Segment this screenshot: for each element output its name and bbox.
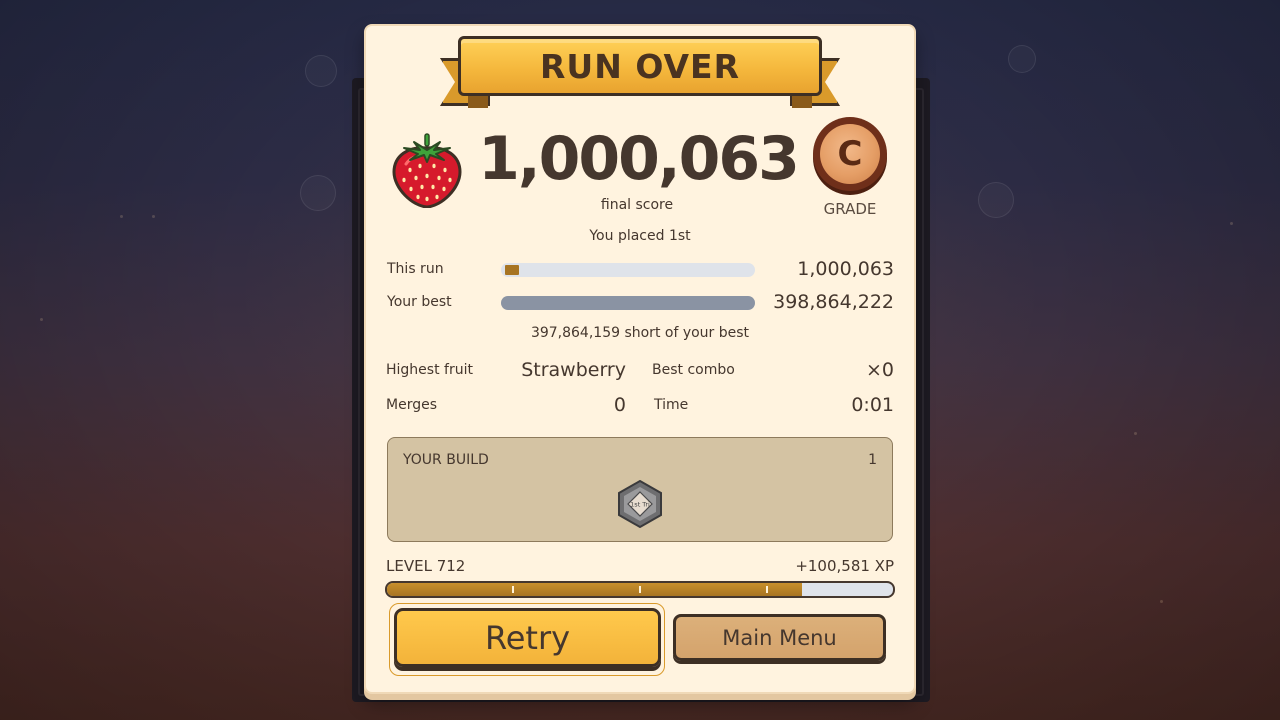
sparkle — [1230, 222, 1233, 225]
bokeh-light — [305, 55, 337, 87]
final-score-label: final score — [600, 197, 674, 213]
xp-tick — [512, 586, 514, 593]
sparkle — [40, 318, 43, 321]
this-run-bar-fill — [505, 265, 519, 275]
best-combo-label: Best combo — [652, 362, 735, 378]
this-run-bar — [501, 263, 755, 277]
sparkle — [1160, 600, 1163, 603]
xp-progress-fill — [387, 583, 802, 596]
strawberry-icon — [392, 133, 462, 208]
xp-tick — [766, 586, 768, 593]
level-label: LEVEL 712 — [386, 557, 466, 575]
bokeh-light — [1008, 45, 1036, 73]
run-over-banner: RUN OVER — [440, 36, 840, 112]
this-run-value: 1,000,063 — [797, 258, 894, 280]
build-title: YOUR BUILD — [403, 452, 489, 468]
sparkle — [120, 215, 123, 218]
xp-progress-bar — [385, 581, 895, 598]
best-combo-value: ×0 — [865, 359, 894, 381]
main-menu-button[interactable]: Main Menu — [673, 614, 886, 661]
highest-fruit-label: Highest fruit — [386, 362, 473, 378]
relic-label: 1st Tri — [630, 501, 650, 509]
highest-fruit-value: Strawberry — [521, 359, 626, 381]
bokeh-light — [300, 175, 336, 211]
your-best-label: Your best — [387, 294, 452, 310]
grade-coin-icon: C — [813, 117, 887, 191]
sparkle — [152, 215, 155, 218]
sparkle — [1134, 432, 1137, 435]
this-run-label: This run — [387, 261, 444, 277]
merges-label: Merges — [386, 397, 437, 413]
retry-button[interactable]: Retry — [394, 608, 661, 667]
hexagon-relic-icon[interactable]: 1st Tri — [616, 480, 664, 528]
xp-tick — [639, 586, 641, 593]
xp-gain: +100,581 XP — [795, 557, 894, 575]
build-count: 1 — [868, 452, 877, 468]
short-of-best-text: 397,864,159 short of your best — [530, 325, 750, 341]
final-score-value: 1,000,063 — [478, 124, 800, 194]
time-label: Time — [654, 397, 689, 413]
grade-letter: C — [837, 134, 863, 174]
banner-title: RUN OVER — [540, 46, 740, 86]
merges-value: 0 — [613, 394, 626, 416]
time-value: 0:01 — [851, 394, 894, 416]
grade-label: GRADE — [823, 200, 877, 218]
your-best-value: 398,864,222 — [773, 291, 894, 313]
placement-text: You placed 1st — [589, 228, 691, 244]
bokeh-light — [978, 182, 1014, 218]
your-best-bar — [501, 296, 755, 310]
